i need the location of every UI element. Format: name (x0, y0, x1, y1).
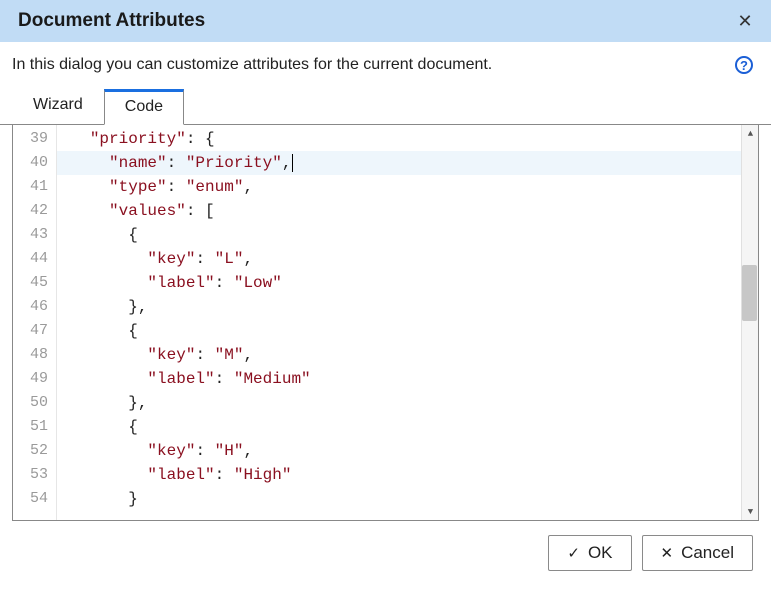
description-text: In this dialog you can customize attribu… (12, 56, 492, 74)
code-line[interactable]: }, (57, 295, 758, 319)
x-icon: ✕ (661, 546, 674, 561)
line-number: 50 (13, 391, 56, 415)
code-line[interactable]: { (57, 415, 758, 439)
line-number: 40 (13, 151, 56, 175)
line-number: 45 (13, 271, 56, 295)
code-line[interactable]: "key": "H", (57, 439, 758, 463)
line-number: 49 (13, 367, 56, 391)
code-editor[interactable]: 39404142434445464748495051525354 "priori… (12, 125, 759, 521)
code-line[interactable]: "key": "L", (57, 247, 758, 271)
code-line[interactable]: "label": "Medium" (57, 367, 758, 391)
dialog-title: Document Attributes (18, 10, 205, 32)
line-number: 48 (13, 343, 56, 367)
line-number: 54 (13, 487, 56, 511)
code-line[interactable]: "key": "M", (57, 343, 758, 367)
scroll-up-arrow[interactable]: ▲ (742, 125, 758, 142)
code-area[interactable]: "priority": { "name": "Priority", "type"… (57, 125, 758, 520)
tab-wizard[interactable]: Wizard (12, 89, 104, 125)
line-number: 39 (13, 127, 56, 151)
dialog-buttons: ✓ OK ✕ Cancel (0, 521, 771, 571)
ok-button[interactable]: ✓ OK (548, 535, 631, 571)
titlebar: Document Attributes ✕ (0, 0, 771, 42)
ok-button-label: OK (588, 543, 613, 563)
cancel-button-label: Cancel (681, 543, 734, 563)
line-number: 44 (13, 247, 56, 271)
line-number: 53 (13, 463, 56, 487)
scroll-down-arrow[interactable]: ▼ (742, 503, 758, 520)
line-number: 43 (13, 223, 56, 247)
check-icon: ✓ (567, 546, 580, 561)
line-number: 42 (13, 199, 56, 223)
tab-code[interactable]: Code (104, 89, 184, 125)
line-number-gutter: 39404142434445464748495051525354 (13, 125, 57, 520)
text-cursor (292, 154, 293, 172)
description-row: In this dialog you can customize attribu… (0, 42, 771, 84)
code-line[interactable]: }, (57, 391, 758, 415)
tab-bar: Wizard Code (0, 88, 771, 125)
help-icon[interactable]: ? (735, 56, 753, 74)
line-number: 46 (13, 295, 56, 319)
code-line[interactable]: } (57, 487, 758, 511)
close-icon[interactable]: ✕ (735, 11, 755, 32)
code-line[interactable]: "name": "Priority", (57, 151, 758, 175)
vertical-scrollbar[interactable]: ▲ ▼ (741, 125, 758, 520)
code-line[interactable]: "priority": { (57, 127, 758, 151)
code-line[interactable]: { (57, 319, 758, 343)
line-number: 41 (13, 175, 56, 199)
code-line[interactable]: "label": "Low" (57, 271, 758, 295)
document-attributes-dialog: Document Attributes ✕ In this dialog you… (0, 0, 771, 600)
code-line[interactable]: { (57, 223, 758, 247)
line-number: 52 (13, 439, 56, 463)
line-number: 47 (13, 319, 56, 343)
cancel-button[interactable]: ✕ Cancel (642, 535, 754, 571)
line-number: 51 (13, 415, 56, 439)
code-line[interactable]: "type": "enum", (57, 175, 758, 199)
code-line[interactable]: "label": "High" (57, 463, 758, 487)
code-line[interactable]: "values": [ (57, 199, 758, 223)
scroll-thumb[interactable] (742, 265, 757, 321)
